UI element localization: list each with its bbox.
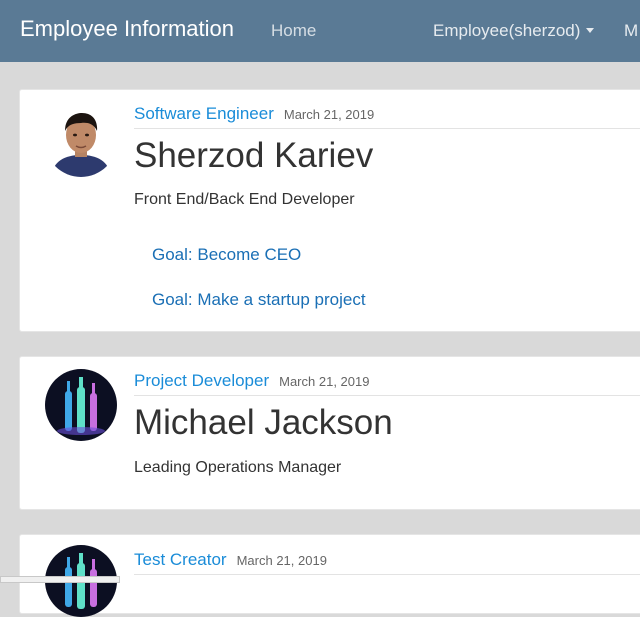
avatar bbox=[45, 105, 117, 177]
employee-card: Test Creator March 21, 2019 bbox=[19, 534, 640, 617]
navbar-brand[interactable]: Employee Information bbox=[20, 16, 234, 42]
meta-row: Project Developer March 21, 2019 bbox=[134, 371, 640, 396]
goal-link[interactable]: Goal: Become CEO bbox=[152, 245, 301, 265]
chevron-down-icon bbox=[586, 28, 595, 33]
user-menu-label: Employee(sherzod) bbox=[433, 21, 581, 40]
nav-home-link[interactable]: Home bbox=[271, 21, 316, 41]
goal-link[interactable]: Goal: Make a startup project bbox=[152, 290, 366, 310]
meta-row: Software Engineer March 21, 2019 bbox=[134, 104, 640, 129]
employee-card: Project Developer March 21, 2019 Michael … bbox=[19, 356, 640, 510]
role-link[interactable]: Test Creator bbox=[134, 550, 227, 569]
post-date: March 21, 2019 bbox=[236, 553, 327, 568]
avatar bbox=[45, 369, 117, 441]
employee-title: Leading Operations Manager bbox=[134, 459, 342, 476]
role-link[interactable]: Software Engineer bbox=[134, 104, 274, 123]
nav-more-link[interactable]: M bbox=[624, 21, 638, 41]
employee-title: Front End/Back End Developer bbox=[134, 191, 355, 208]
meta-row: Test Creator March 21, 2019 bbox=[134, 550, 640, 575]
post-date: March 21, 2019 bbox=[283, 107, 375, 122]
top-navbar: Employee Information Home Employee(sherz… bbox=[0, 0, 640, 62]
browser-status-bar bbox=[0, 576, 120, 583]
role-link[interactable]: Project Developer bbox=[134, 371, 269, 390]
employee-name: Michael Jackson bbox=[134, 403, 393, 442]
user-menu-dropdown[interactable]: Employee(sherzod) bbox=[433, 21, 595, 41]
post-date: March 21, 2019 bbox=[279, 374, 370, 389]
employee-name: Sherzod Kariev bbox=[134, 136, 374, 175]
employee-card: Software Engineer March 21, 2019 Sherzod … bbox=[19, 89, 640, 332]
